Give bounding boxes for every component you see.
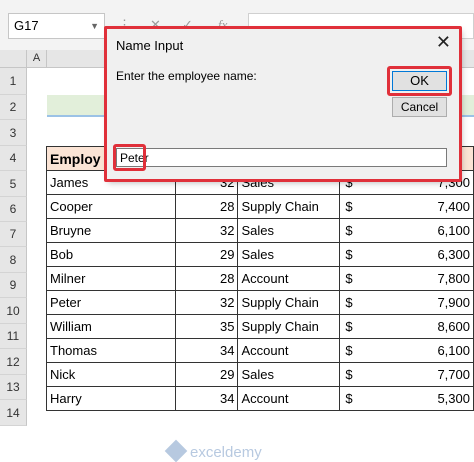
currency-symbol: $ bbox=[345, 199, 353, 214]
currency-symbol: $ bbox=[345, 367, 353, 382]
exceldemy-logo-icon bbox=[164, 439, 188, 462]
cell-salary[interactable]: $7,800 bbox=[339, 266, 474, 291]
cell-name[interactable]: Milner bbox=[46, 266, 176, 291]
row-header[interactable]: 14 bbox=[0, 400, 27, 426]
employee-table: Employ James 32 Sales $7,300 Cooper 28 Supply … bbox=[46, 146, 474, 411]
cell-salary[interactable]: $8,600 bbox=[339, 314, 474, 339]
table-row: Cooper 28 Supply Chain $7,400 bbox=[46, 194, 474, 219]
cell-salary[interactable]: $6,300 bbox=[339, 242, 474, 267]
select-all-corner[interactable] bbox=[0, 50, 27, 68]
currency-symbol: $ bbox=[345, 319, 353, 334]
cell-dept[interactable]: Sales bbox=[237, 218, 341, 243]
salary-amount: 7,800 bbox=[437, 271, 470, 286]
row-header[interactable]: 10 bbox=[0, 298, 27, 324]
salary-amount: 7,400 bbox=[437, 199, 470, 214]
cell-age[interactable]: 28 bbox=[174, 266, 239, 291]
cell-age[interactable]: 32 bbox=[174, 218, 239, 243]
currency-symbol: $ bbox=[345, 223, 353, 238]
table-row: William 35 Supply Chain $8,600 bbox=[46, 314, 474, 339]
name-box[interactable]: G17 ▼ bbox=[8, 13, 105, 39]
cell-dept[interactable]: Account bbox=[237, 386, 341, 411]
cell-name[interactable]: Cooper bbox=[46, 194, 176, 219]
cell-dept[interactable]: Sales bbox=[237, 242, 341, 267]
cell-age[interactable]: 28 bbox=[174, 194, 239, 219]
salary-amount: 6,100 bbox=[437, 343, 470, 358]
watermark-text: exceldemy bbox=[190, 444, 262, 461]
row-header[interactable]: 4 bbox=[0, 146, 27, 171]
cell-name[interactable]: Harry bbox=[46, 386, 176, 411]
currency-symbol: $ bbox=[345, 391, 353, 406]
table-row: Bruyne 32 Sales $6,100 bbox=[46, 218, 474, 243]
cell-name[interactable]: Thomas bbox=[46, 338, 176, 363]
cell-age[interactable]: 34 bbox=[174, 338, 239, 363]
table-row: Harry 34 Account $5,300 bbox=[46, 386, 474, 411]
column-header-a[interactable]: A bbox=[27, 50, 47, 68]
row-header[interactable]: 9 bbox=[0, 273, 27, 298]
row-header[interactable]: 5 bbox=[0, 171, 27, 197]
currency-symbol: $ bbox=[345, 271, 353, 286]
table-row: Nick 29 Sales $7,700 bbox=[46, 362, 474, 387]
table-row: Thomas 34 Account $6,100 bbox=[46, 338, 474, 363]
salary-amount: 6,300 bbox=[437, 247, 470, 262]
chevron-down-icon[interactable]: ▼ bbox=[90, 14, 99, 38]
cell-age[interactable]: 34 bbox=[174, 386, 239, 411]
table-row: Milner 28 Account $7,800 bbox=[46, 266, 474, 291]
cell-age[interactable]: 32 bbox=[174, 290, 239, 315]
row-header[interactable]: 13 bbox=[0, 375, 27, 400]
row-header[interactable]: 12 bbox=[0, 349, 27, 375]
cell-dept[interactable]: Supply Chain bbox=[237, 194, 341, 219]
row-header[interactable]: 8 bbox=[0, 247, 27, 273]
cell-name[interactable]: Peter bbox=[46, 290, 176, 315]
cell-name[interactable]: William bbox=[46, 314, 176, 339]
table-row: Peter 32 Supply Chain $7,900 bbox=[46, 290, 474, 315]
cell-dept[interactable]: Supply Chain bbox=[237, 314, 341, 339]
cell-dept[interactable]: Account bbox=[237, 338, 341, 363]
cell-age[interactable]: 29 bbox=[174, 362, 239, 387]
watermark: exceldemy bbox=[164, 439, 262, 462]
cell-name[interactable]: Bruyne bbox=[46, 218, 176, 243]
cell-salary[interactable]: $7,700 bbox=[339, 362, 474, 387]
currency-symbol: $ bbox=[345, 343, 353, 358]
salary-amount: 7,700 bbox=[437, 367, 470, 382]
row-header[interactable]: 2 bbox=[0, 95, 27, 120]
salary-amount: 6,100 bbox=[437, 223, 470, 238]
cell-dept[interactable]: Sales bbox=[237, 362, 341, 387]
cell-salary[interactable]: $7,400 bbox=[339, 194, 474, 219]
row-header[interactable]: 1 bbox=[0, 68, 27, 95]
name-box-value: G17 bbox=[14, 18, 39, 33]
row-header[interactable]: 3 bbox=[0, 120, 27, 146]
dialog-highlight bbox=[104, 26, 462, 182]
row-header[interactable]: 7 bbox=[0, 222, 27, 247]
cell-dept[interactable]: Supply Chain bbox=[237, 290, 341, 315]
salary-amount: 5,300 bbox=[437, 391, 470, 406]
salary-amount: 7,900 bbox=[437, 295, 470, 310]
table-row: Bob 29 Sales $6,300 bbox=[46, 242, 474, 267]
currency-symbol: $ bbox=[345, 247, 353, 262]
currency-symbol: $ bbox=[345, 295, 353, 310]
row-header[interactable]: 11 bbox=[0, 324, 27, 349]
cell-salary[interactable]: $6,100 bbox=[339, 338, 474, 363]
salary-amount: 8,600 bbox=[437, 319, 470, 334]
cell-age[interactable]: 29 bbox=[174, 242, 239, 267]
row-header[interactable]: 6 bbox=[0, 197, 27, 222]
cell-salary[interactable]: $6,100 bbox=[339, 218, 474, 243]
cell-age[interactable]: 35 bbox=[174, 314, 239, 339]
cell-salary[interactable]: $5,300 bbox=[339, 386, 474, 411]
cell-salary[interactable]: $7,900 bbox=[339, 290, 474, 315]
cell-name[interactable]: Nick bbox=[46, 362, 176, 387]
cell-name[interactable]: Bob bbox=[46, 242, 176, 267]
cell-dept[interactable]: Account bbox=[237, 266, 341, 291]
